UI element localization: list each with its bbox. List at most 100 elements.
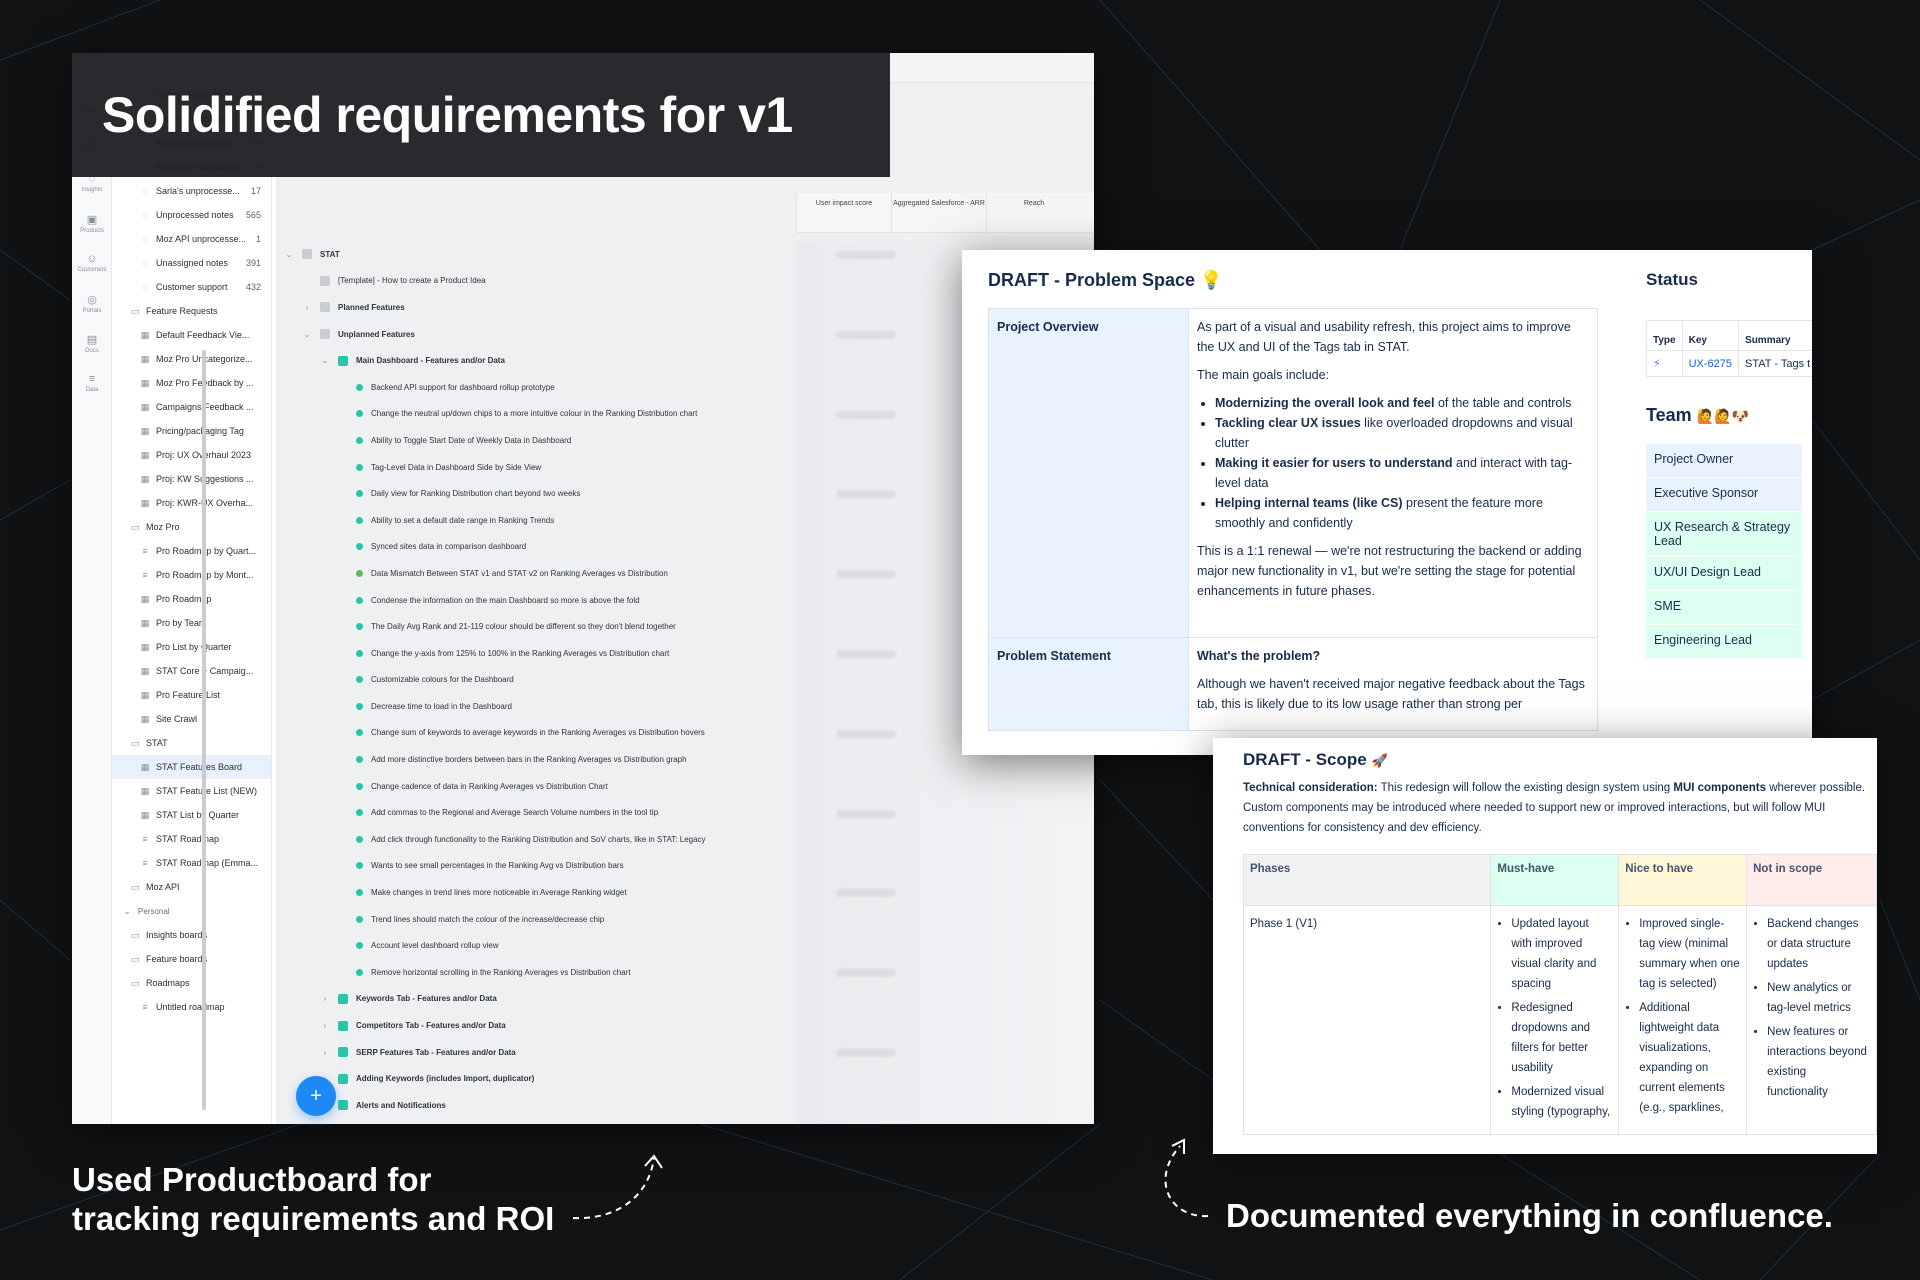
rail-item-docs[interactable]: ▤ Docs bbox=[72, 323, 112, 363]
feature-label: Make changes in trend lines more noticea… bbox=[371, 888, 627, 898]
feature-row[interactable]: Add commas to the Regional and Average S… bbox=[276, 799, 796, 826]
feature-row[interactable]: ›API bbox=[276, 1119, 796, 1124]
sidebar-item[interactable]: ▦ Pricing/packaging Tag bbox=[112, 419, 271, 443]
sidebar-item[interactable]: ▭ Feature boards bbox=[112, 947, 271, 971]
sidebar-item[interactable]: ▦STAT Core + Campaig... bbox=[112, 659, 271, 683]
sidebar-item[interactable]: ◌ Unassigned notes 391 bbox=[112, 251, 271, 275]
must-have-list: Updated layout with improved visual clar… bbox=[1497, 914, 1612, 1122]
rail-item-customers[interactable]: ☺ Customers bbox=[72, 243, 112, 283]
sidebar-item[interactable]: ◌ Customer support 432 bbox=[112, 275, 271, 299]
sidebar-item[interactable]: ▦ Pro by Team bbox=[112, 611, 271, 635]
feature-row[interactable]: Backend API support for dashboard rollup… bbox=[276, 374, 796, 401]
sidebar-item[interactable]: ≡ Pro Roadmap by Quart... bbox=[112, 539, 271, 563]
status-dot-icon bbox=[356, 596, 363, 604]
sidebar-item[interactable]: ⌄ Personal bbox=[112, 899, 271, 923]
sidebar-item[interactable]: ▭ STAT bbox=[112, 731, 271, 755]
column-header[interactable]: User impact score bbox=[796, 193, 891, 232]
feature-label: Account level dashboard rollup view bbox=[371, 941, 499, 951]
feature-row[interactable]: ⌄ Unplanned Features bbox=[276, 321, 796, 348]
feature-row[interactable]: The Daily Avg Rank and 21-119 colour sho… bbox=[276, 613, 796, 640]
sidebar-item[interactable]: ▭ Moz Pro bbox=[112, 515, 271, 539]
feature-row[interactable]: Change the neutral up/down chips to a mo… bbox=[276, 401, 796, 428]
sidebar-item[interactable]: ◌ Unprocessed notes 565 bbox=[112, 203, 271, 227]
rail-item-portals[interactable]: ◎ Portals bbox=[72, 283, 112, 323]
sidebar-item[interactable]: ▭ Moz API bbox=[112, 875, 271, 899]
sidebar-item[interactable]: ▦ Moz Pro Feedback by ... bbox=[112, 371, 271, 395]
sidebar-item[interactable]: ◌ Moz API unprocesse... 1 bbox=[112, 227, 271, 251]
feature-row[interactable]: Add click through functionality to the R… bbox=[276, 826, 796, 853]
feature-row[interactable]: Condense the information on the main Das… bbox=[276, 587, 796, 614]
feature-row[interactable]: Add more distinctive borders between bar… bbox=[276, 746, 796, 773]
sidebar-item[interactable]: ▦ Proj: UX Overhaul 2023 bbox=[112, 443, 271, 467]
feature-row[interactable]: Change the y-axis from 125% to 100% in t… bbox=[276, 640, 796, 667]
team-emoji: 🙋🙋🐶 bbox=[1696, 408, 1749, 424]
sidebar-item[interactable]: ▦ Moz Pro Uncategorize... bbox=[112, 347, 271, 371]
feature-row[interactable]: › Keywords Tab - Features and/or Data bbox=[276, 986, 796, 1013]
sidebar-item[interactable]: ▦ STAT List by Quarter bbox=[112, 803, 271, 827]
sidebar-item[interactable]: ▭ Feature Requests bbox=[112, 299, 271, 323]
goals-intro: The main goals include: bbox=[1197, 368, 1330, 382]
sidebar-item[interactable]: ≡ STAT Roadmap (Emma... bbox=[112, 851, 271, 875]
feature-row[interactable]: Ability to Toggle Start Date of Weekly D… bbox=[276, 427, 796, 454]
add-button[interactable]: + bbox=[296, 1076, 336, 1116]
feature-row[interactable]: Data Mismatch Between STAT v1 and STAT v… bbox=[276, 560, 796, 587]
board-icon: ▦ bbox=[140, 449, 150, 460]
feature-row[interactable]: Customizable colours for the Dashboard bbox=[276, 667, 796, 694]
technical-consideration: Technical consideration: This redesign w… bbox=[1243, 778, 1873, 838]
feature-row[interactable]: Make changes in trend lines more noticea… bbox=[276, 879, 796, 906]
rail-item-products[interactable]: ▣ Products bbox=[72, 203, 112, 243]
status-dot-icon bbox=[356, 915, 363, 923]
sidebar-item[interactable]: ▦ STAT Features Board bbox=[112, 755, 271, 779]
sidebar-item[interactable]: ≡ STAT Roadmap bbox=[112, 827, 271, 851]
feature-row[interactable]: Change cadence of data in Ranking Averag… bbox=[276, 773, 796, 800]
feature-row[interactable]: Ability to set a default date range in R… bbox=[276, 507, 796, 534]
sidebar-item[interactable]: ≡ Untitled roadmap bbox=[112, 995, 271, 1019]
sidebar-item[interactable]: ▦ Pro List by Quarter bbox=[112, 635, 271, 659]
sidebar-item[interactable]: ▭ Insights boards bbox=[112, 923, 271, 947]
feature-row[interactable]: Account level dashboard rollup view bbox=[276, 932, 796, 959]
feature-row[interactable]: ›Alerts and Notifications bbox=[276, 1092, 796, 1119]
scope-item: Backend changes or data structure update… bbox=[1767, 914, 1870, 974]
issue-key-link[interactable]: UX-6275 bbox=[1681, 350, 1740, 377]
scope-item: Improved single-tag view (minimal summar… bbox=[1639, 914, 1740, 994]
sidebar-item[interactable]: ▦ Proj: KWR-UX Overha... bbox=[112, 491, 271, 515]
column-header[interactable]: Aggregated Salesforce - ARR bbox=[891, 193, 986, 232]
board-icon: ▦ bbox=[140, 665, 150, 676]
scope-item: Redesigned dropdowns and filters for bet… bbox=[1511, 998, 1612, 1078]
feature-row[interactable]: ›Adding Keywords (includes Import, dupli… bbox=[276, 1065, 796, 1092]
status-dot-icon bbox=[356, 702, 363, 710]
feature-row[interactable]: ⌄ STAT bbox=[276, 241, 796, 268]
rail-item-data[interactable]: ≡ Data bbox=[72, 363, 112, 403]
sidebar-item[interactable]: ▦ STAT Feature List (NEW) bbox=[112, 779, 271, 803]
feature-row[interactable]: Remove horizontal scrolling in the Ranki… bbox=[276, 959, 796, 986]
sidebar-item[interactable]: ▭ Roadmaps bbox=[112, 971, 271, 995]
board-icon: ▦ bbox=[140, 353, 150, 364]
feature-row[interactable]: [Template] - How to create a Product Ide… bbox=[276, 268, 796, 295]
sidebar-scrollbar[interactable] bbox=[202, 350, 206, 1110]
sidebar-item-label: Sarla's unprocesse... bbox=[156, 186, 240, 196]
feature-row[interactable]: Decrease time to load in the Dashboard bbox=[276, 693, 796, 720]
feature-label: SERP Features Tab - Features and/or Data bbox=[356, 1047, 516, 1057]
feature-row[interactable]: › SERP Features Tab - Features and/or Dat… bbox=[276, 1039, 796, 1066]
sidebar-item[interactable]: ▦ Pro Roadmap bbox=[112, 587, 271, 611]
column-header[interactable]: Reach bbox=[986, 193, 1081, 232]
feature-row[interactable]: Change sum of keywords to average keywor… bbox=[276, 720, 796, 747]
sidebar-item[interactable]: ≡ Pro Roadmap by Mont... bbox=[112, 563, 271, 587]
feature-row[interactable]: Daily view for Ranking Distribution char… bbox=[276, 480, 796, 507]
sidebar-item[interactable]: ▦ Default Feedback Vie... bbox=[112, 323, 271, 347]
sidebar-item-label: Unassigned notes bbox=[156, 258, 229, 268]
chevron-icon: ⌄ bbox=[321, 356, 329, 366]
sidebar-item[interactable]: ▦ Site Crawl bbox=[112, 707, 271, 731]
sidebar-item[interactable]: ▦ Pro Feature List bbox=[112, 683, 271, 707]
sidebar-item-label: Pricing/packaging Tag bbox=[156, 426, 244, 436]
feature-row[interactable]: › Competitors Tab - Features and/or Data bbox=[276, 1012, 796, 1039]
sidebar-item[interactable]: ◌ Sarla's unprocesse... 17 bbox=[112, 179, 271, 203]
sidebar-item[interactable]: ▦ Proj: KW Suggestions ... bbox=[112, 467, 271, 491]
feature-row[interactable]: ⌄ Main Dashboard - Features and/or Data bbox=[276, 347, 796, 374]
sidebar-item[interactable]: ▦ Campaigns Feedback ... bbox=[112, 395, 271, 419]
feature-row[interactable]: Synced sites data in comparison dashboar… bbox=[276, 534, 796, 561]
feature-row[interactable]: Trend lines should match the colour of t… bbox=[276, 906, 796, 933]
feature-row[interactable]: › Planned Features bbox=[276, 294, 796, 321]
feature-row[interactable]: Wants to see small percentages in the Ra… bbox=[276, 853, 796, 880]
feature-row[interactable]: Tag-Level Data in Dashboard Side by Side… bbox=[276, 454, 796, 481]
